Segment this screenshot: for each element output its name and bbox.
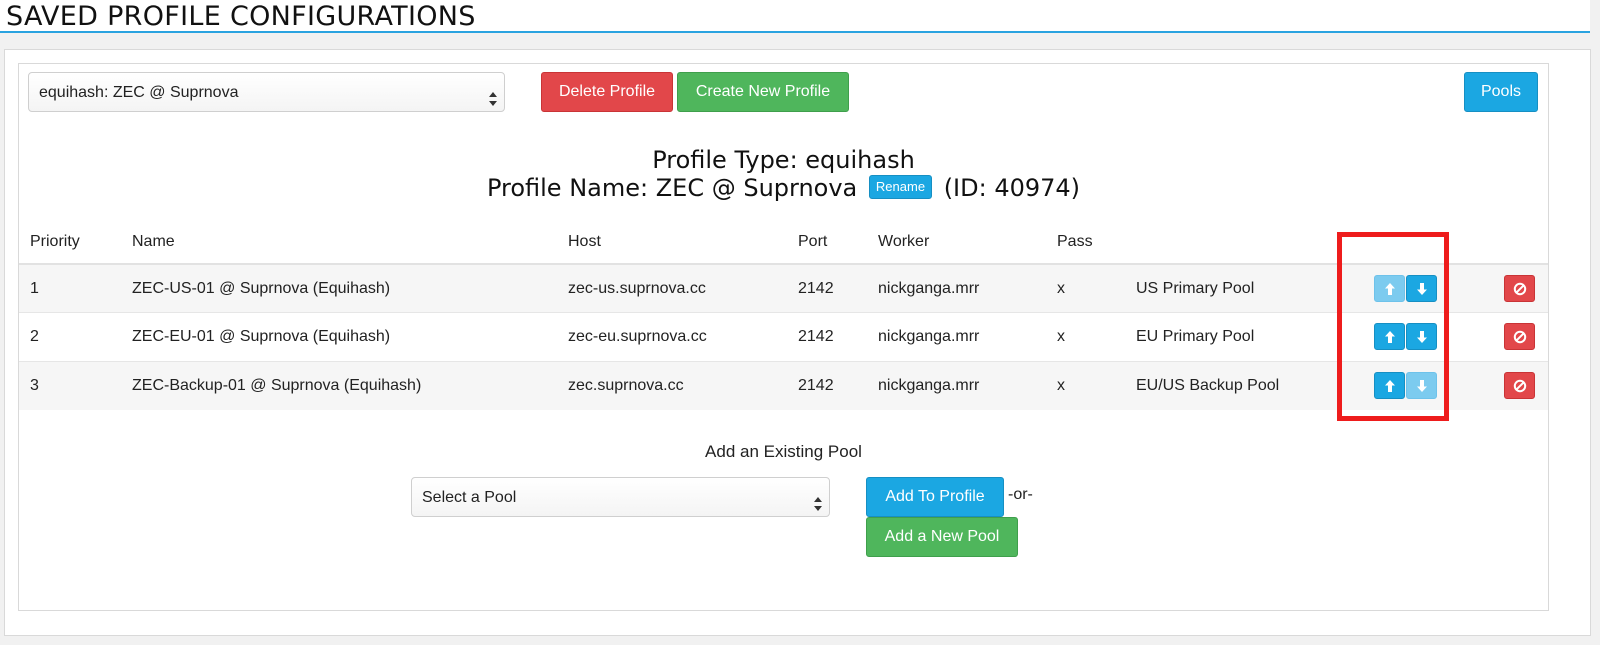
- cell-actions: [1474, 360, 1548, 410]
- cell-actions: [1474, 263, 1548, 313]
- create-new-profile-button[interactable]: Create New Profile: [677, 72, 849, 112]
- pool-table: Priority Name Host Port Worker Pass 1 ZEC…: [19, 220, 1548, 410]
- cell-actions: [1474, 312, 1548, 361]
- cell-worker: nickganga.mrr: [867, 263, 1046, 313]
- page-title: SAVED PROFILE CONFIGURATIONS: [6, 1, 476, 32]
- cell-port: 2142: [787, 263, 867, 313]
- delete-pool-button[interactable]: [1504, 372, 1535, 399]
- add-existing-pool-label: Add an Existing Pool: [705, 442, 862, 461]
- table-header-row: Priority Name Host Port Worker Pass: [19, 220, 1548, 265]
- cell-host: zec.suprnova.cc: [557, 360, 787, 410]
- cell-priority: 2: [19, 312, 121, 361]
- select-updown-icon: [488, 84, 498, 106]
- cell-name: ZEC-US-01 @ Suprnova (Equihash): [121, 263, 557, 313]
- page-header: SAVED PROFILE CONFIGURATIONS: [0, 0, 1590, 33]
- header-notes: [1125, 220, 1357, 265]
- cell-host: zec-eu.suprnova.cc: [557, 312, 787, 361]
- cell-notes: EU Primary Pool: [1125, 312, 1357, 361]
- cell-notes: US Primary Pool: [1125, 263, 1357, 313]
- pool-select[interactable]: Select a Pool: [411, 477, 830, 517]
- cell-pass: x: [1046, 263, 1125, 313]
- cell-notes: EU/US Backup Pool: [1125, 360, 1357, 410]
- cell-name: ZEC-Backup-01 @ Suprnova (Equihash): [121, 360, 557, 410]
- delete-pool-button[interactable]: [1504, 275, 1535, 302]
- pools-button[interactable]: Pools: [1464, 72, 1538, 112]
- profile-name: Profile Name: ZEC @ Suprnova: [486, 174, 858, 202]
- cell-port: 2142: [787, 312, 867, 361]
- header-pass: Pass: [1046, 220, 1125, 265]
- cell-priority: 3: [19, 360, 121, 410]
- header-priority: Priority: [19, 220, 121, 265]
- delete-pool-button[interactable]: [1504, 323, 1535, 351]
- cell-port: 2142: [787, 360, 867, 410]
- pool-select-placeholder: Select a Pool: [422, 489, 517, 506]
- cell-worker: nickganga.mrr: [867, 360, 1046, 410]
- or-separator: -or-: [1008, 486, 1033, 503]
- delete-profile-button[interactable]: Delete Profile: [541, 72, 673, 112]
- profile-select-value: equihash: ZEC @ Suprnova: [39, 84, 239, 101]
- cell-pass: x: [1046, 312, 1125, 361]
- reorder-highlight-box: [1337, 232, 1449, 421]
- header-host: Host: [557, 220, 787, 265]
- cell-worker: nickganga.mrr: [867, 312, 1046, 361]
- header-port: Port: [787, 220, 867, 265]
- profile-type: Profile Type: equihash: [652, 146, 915, 174]
- cell-host: zec-us.suprnova.cc: [557, 263, 787, 313]
- cell-pass: x: [1046, 360, 1125, 410]
- header-worker: Worker: [867, 220, 1046, 265]
- select-updown-icon: [813, 489, 823, 511]
- table-row: 2 ZEC-EU-01 @ Suprnova (Equihash) zec-eu.s…: [19, 312, 1548, 361]
- profile-name-line: Profile Name: ZEC @ Suprnova Rename (ID:…: [19, 174, 1548, 202]
- header-actions: [1474, 220, 1548, 265]
- profile-select[interactable]: equihash: ZEC @ Suprnova: [28, 72, 505, 112]
- rename-button[interactable]: Rename: [868, 175, 933, 199]
- table-row: 1 ZEC-US-01 @ Suprnova (Equihash) zec-us.s…: [19, 263, 1548, 313]
- header-name: Name: [121, 220, 557, 265]
- table-row: 3 ZEC-Backup-01 @ Suprnova (Equihash) zec.…: [19, 360, 1548, 410]
- profile-panel: equihash: ZEC @ Suprnova Delete Profile …: [18, 63, 1549, 611]
- cell-name: ZEC-EU-01 @ Suprnova (Equihash): [121, 312, 557, 361]
- profile-id: (ID: 40974): [943, 174, 1081, 202]
- add-new-pool-button[interactable]: Add a New Pool: [866, 517, 1018, 557]
- add-to-profile-button[interactable]: Add To Profile: [866, 477, 1004, 517]
- cell-priority: 1: [19, 263, 121, 313]
